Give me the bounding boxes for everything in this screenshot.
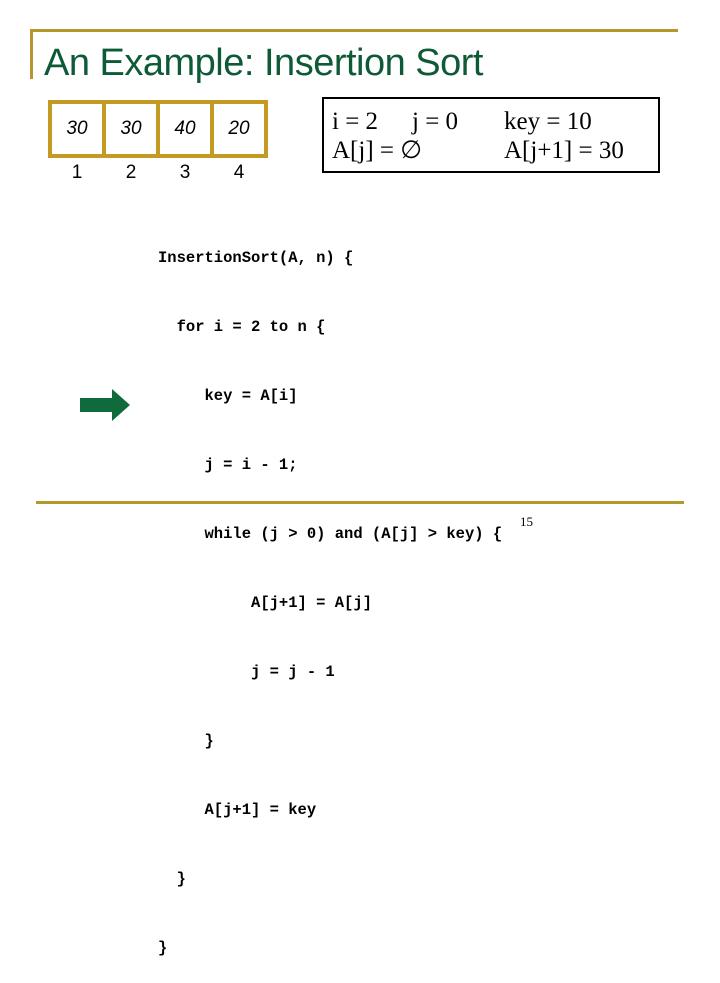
array-cell: 30 [48, 100, 106, 158]
array-indices: 1 2 3 4 [48, 162, 266, 184]
title-rule-left [30, 29, 33, 79]
array-cells: 30 30 40 20 [48, 100, 268, 158]
code-line: } [158, 732, 214, 750]
array-index: 2 [125, 162, 137, 183]
var-j: j = 0 [412, 108, 459, 135]
footer-rule [36, 501, 684, 504]
var-a-j-plus-1: A[j+1] = 30 [504, 137, 624, 164]
code-line: A[j+1] = A[j] [158, 594, 372, 612]
array-index: 3 [179, 162, 191, 183]
code-line: for i = 2 to n { [158, 318, 326, 336]
code-line: j = i - 1; [158, 456, 298, 474]
right-arrow-icon [80, 389, 130, 421]
array-index: 4 [233, 162, 245, 183]
var-key: key = 10 [504, 108, 592, 135]
code-line: while (j > 0) and (A[j] > key) { [158, 525, 503, 543]
code-line: key = A[i] [158, 387, 298, 405]
var-i: i = 2 [332, 108, 379, 135]
variable-state-box: i = 2 j = 0 key = 10 A[j] = ∅ A[j+1] = 3… [322, 97, 660, 173]
code-line-current: A[j+1] = key [158, 801, 317, 819]
array-cell: 40 [156, 100, 214, 158]
array-index: 1 [71, 162, 83, 183]
code-line: j = j - 1 [158, 663, 335, 681]
array-cell: 30 [102, 100, 160, 158]
slide-title: An Example: Insertion Sort [44, 42, 484, 84]
title-rule-top [30, 29, 678, 32]
code-line: } [158, 939, 168, 957]
code-line: } [158, 870, 186, 888]
page-number: 15 [520, 514, 533, 529]
var-a-j: A[j] = ∅ [332, 137, 423, 164]
array-cell: 20 [210, 100, 268, 158]
pseudocode-block: InsertionSort(A, n) { for i = 2 to n { k… [158, 201, 502, 983]
code-line: InsertionSort(A, n) { [158, 249, 354, 267]
